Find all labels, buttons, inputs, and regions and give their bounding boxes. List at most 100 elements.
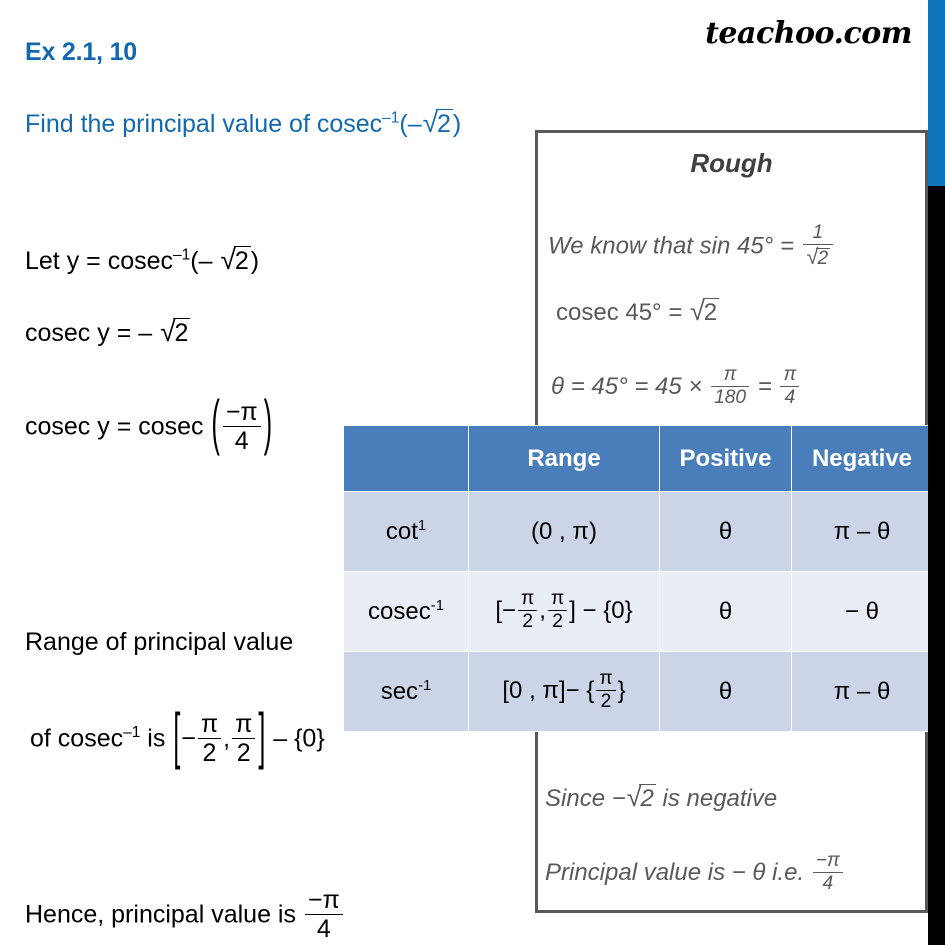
frac-pi-over-2: π2 [596, 668, 616, 712]
question-prefix: Find the principal value of cosec [25, 110, 383, 138]
step-cosec-y-equals: cosec y = – √2 [25, 316, 191, 348]
range2-is: is [140, 724, 173, 753]
frac-denominator: 4 [822, 873, 834, 895]
rough-line-cosec45: cosec 45° = √2 [556, 296, 720, 327]
rough-line5-prefix: Principal value is − θ i.e. [545, 859, 811, 886]
frac-pi-over-4: π4 [780, 364, 800, 409]
frac-pi-over-2-a: π2 [518, 588, 538, 632]
frac-denominator: 2 [600, 691, 612, 712]
table-cell-negative: π – θ [791, 651, 933, 732]
table-cell-function: cot1 [343, 491, 469, 572]
sqrt-2-question: √2 [422, 107, 453, 139]
function-cosec-inverse: cosec-1 [368, 598, 444, 625]
range-close: ] − {0} [569, 596, 633, 624]
let-prefix: Let y = cosec [25, 247, 173, 275]
frac-denominator: 2 [552, 611, 563, 632]
paren-close: ) [263, 389, 273, 458]
step-let-y: Let y = cosec–1(– √2) [25, 244, 259, 276]
frac-numerator: π [197, 711, 222, 740]
frac-denominator: 2 [202, 739, 217, 768]
range-close: } [617, 676, 626, 704]
rough-line-theta-radians: θ = 45° = 45 × π 180 = π4 [551, 364, 801, 409]
vertical-scrollbar-thumb[interactable] [928, 0, 945, 186]
rough-line4-suffix: is negative [655, 785, 778, 812]
frac-numerator: π [518, 588, 538, 611]
frac-denominator: 180 [714, 387, 747, 409]
range2-exponent: –1 [123, 724, 141, 742]
frac-numerator: −π [222, 399, 261, 428]
paren-open: ( [211, 389, 220, 458]
sqrt-2-since: √2 [626, 782, 656, 813]
frac-denominator: 4 [784, 387, 796, 409]
frac-denominator: 2 [522, 611, 533, 632]
function-exponent: -1 [418, 677, 432, 694]
frac-numerator: −π [812, 850, 843, 874]
hence-prefix: Hence, principal value is [25, 900, 303, 929]
table-cell-function: sec-1 [343, 651, 469, 732]
table-header-positive: Positive [659, 425, 792, 492]
function-exponent: 1 [417, 517, 427, 534]
let-close: ) [250, 247, 260, 275]
function-exponent: -1 [430, 597, 444, 614]
frac-numerator: −π [304, 887, 343, 916]
table-header-range: Range [468, 425, 660, 492]
bracket-close: ] [258, 701, 266, 772]
rough-line3-equals: = [751, 373, 779, 400]
range2-prefix: of cosec [30, 724, 124, 753]
frac-neg-pi-over-4: −π 4 [812, 850, 843, 895]
table-cell-range: (0 , π) [468, 491, 660, 572]
radicand: 2 [816, 248, 831, 270]
frac-neg-pi-over-4-step: −π 4 [222, 399, 261, 456]
frac-numerator: π [711, 364, 750, 388]
table-cell-function: cosec-1 [343, 571, 469, 652]
radicand: 2 [639, 784, 656, 812]
question-arg-close: ) [452, 110, 462, 138]
range-comma: , [223, 724, 231, 753]
range-expression: [0 , π]− {π 2} [502, 668, 626, 711]
rough-line1-prefix: We know that sin 45° = [548, 232, 801, 260]
radicand: 2 [436, 109, 453, 138]
frac-denominator: 4 [234, 427, 249, 456]
table-header-blank [343, 425, 469, 492]
step-range-line1: Range of principal value [25, 628, 294, 656]
range-expression: [− π 2, π 2] − {0} [495, 588, 633, 631]
teachoo-logo: teachoo.com [705, 16, 912, 51]
frac-numerator: π [547, 588, 568, 611]
frac-numerator: π [232, 711, 256, 740]
table-row: cot1 (0 , π) θ π – θ [343, 491, 933, 572]
rough-line3-prefix: θ = 45° = 45 × [551, 373, 710, 400]
range-comma: , [539, 596, 546, 624]
table-header-row: Range Positive Negative [343, 425, 933, 492]
table-cell-range: [− π 2, π 2] − {0} [468, 571, 660, 652]
step-cosec-y-equals-cosec: cosec y = cosec (−π 4) [25, 389, 273, 458]
step-hence-principal-value: Hence, principal value is −π 4 [25, 887, 345, 944]
frac-pi-over-2-a: π2 [197, 711, 222, 768]
table-cell-positive: θ [659, 491, 792, 572]
table-header-negative: Negative [791, 425, 933, 492]
let-open: (– [190, 247, 220, 275]
radicand: 2 [702, 298, 720, 326]
radicand: 2 [173, 318, 191, 347]
sqrt-2-cosecy: √2 [159, 316, 191, 348]
rough-line4-prefix: Since − [545, 785, 626, 812]
inverse-trig-range-table: Range Positive Negative cot1 (0 , π) θ π… [343, 425, 933, 732]
sqrt-2-denominator: √2 [806, 246, 831, 270]
table-row: sec-1 [0 , π]− {π 2} θ π – θ [343, 651, 933, 732]
frac-denominator: 2 [236, 739, 251, 768]
question-text: Find the principal value of cosec–1(–√2) [25, 107, 461, 139]
rough-line-since-negative: Since −√2 is negative [545, 782, 777, 813]
rough-title: Rough [690, 148, 773, 178]
function-sec-inverse: sec-1 [381, 678, 432, 705]
vertical-scrollbar-track[interactable] [928, 0, 945, 945]
rough-line2-prefix: cosec 45° = [556, 299, 690, 326]
frac-numerator: 1 [802, 222, 834, 246]
function-base: sec [380, 677, 419, 705]
table-cell-positive: θ [659, 651, 792, 732]
function-cot-inverse: cot1 [386, 518, 426, 545]
frac-pi-over-2-b: π2 [547, 588, 568, 632]
function-base: cosec [368, 597, 431, 625]
frac-neg-pi-over-4-final: −π 4 [304, 887, 343, 943]
exercise-label: Ex 2.1, 10 [25, 38, 137, 66]
table-cell-negative: π – θ [791, 491, 933, 572]
range-open: [− [495, 596, 517, 624]
